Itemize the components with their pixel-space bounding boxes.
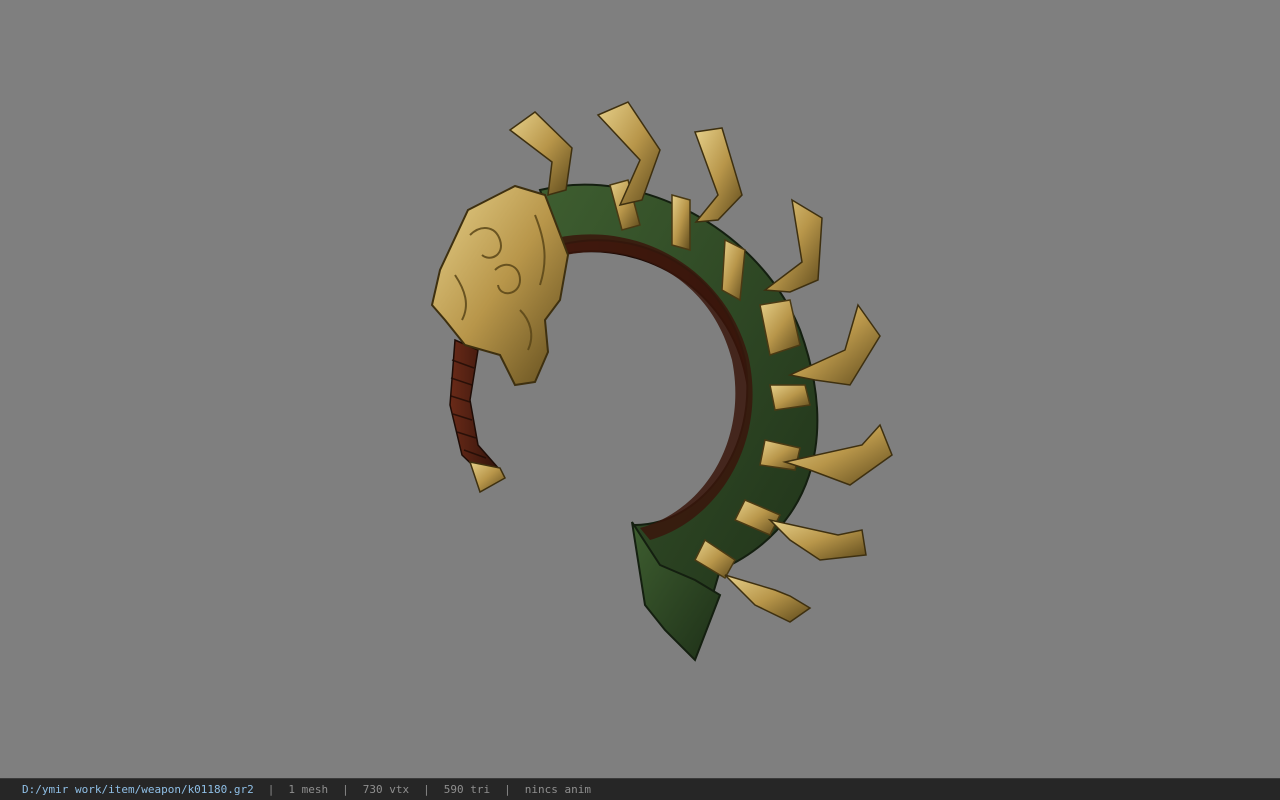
status-separator: | <box>342 783 349 796</box>
weapon-guard <box>430 184 570 387</box>
weapon-model[interactable] <box>0 0 1280 778</box>
file-path: D:/ymir work/item/weapon/k01180.gr2 <box>22 783 254 796</box>
mesh-count: 1 mesh <box>288 783 329 796</box>
weapon-handle <box>449 338 502 482</box>
status-separator: | <box>423 783 430 796</box>
triangle-count: 590 tri <box>443 783 491 796</box>
status-bar: D:/ymir work/item/weapon/k01180.gr2 | 1 … <box>0 778 1280 800</box>
status-separator: | <box>504 783 511 796</box>
vertex-count: 730 vtx <box>362 783 410 796</box>
animation-status: nincs anim <box>524 783 591 796</box>
3d-viewport[interactable] <box>0 0 1280 778</box>
status-separator: | <box>267 783 275 796</box>
